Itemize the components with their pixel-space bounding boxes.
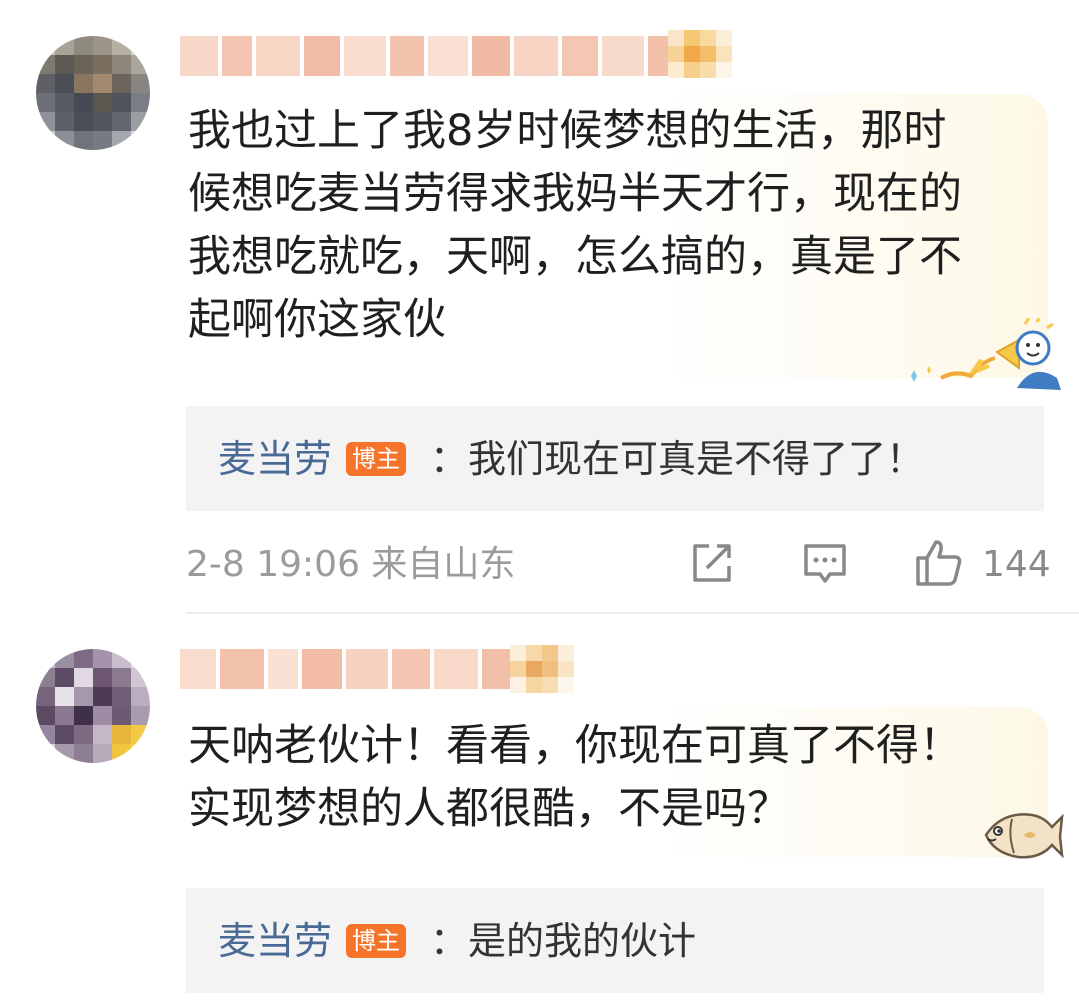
user-badge-icon: [510, 645, 574, 693]
comment-line: 我想吃就吃，天啊，怎么搞的，真是了不: [188, 232, 962, 282]
reply-text: ：我们现在可真是不得了了！: [430, 437, 925, 481]
megaphone-character-icon: [911, 318, 1061, 390]
comment-text: 天呐老伙计！看看，你现在可真了不得！ 实现梦想的人都很酷，不是吗？: [188, 715, 962, 841]
author-reply[interactable]: 麦当劳 博主 ：是的我的伙计: [186, 888, 1044, 993]
avatar[interactable]: [36, 36, 150, 150]
thumbs-up-icon[interactable]: [914, 538, 964, 588]
author-badge: 博主: [346, 442, 406, 476]
divider: [186, 612, 1079, 614]
author-reply[interactable]: 麦当劳 博主 ：我们现在可真是不得了了！: [186, 406, 1044, 511]
reply-text: ：是的我的伙计: [430, 919, 697, 963]
username-blurred[interactable]: [180, 32, 688, 80]
fish-icon: [984, 813, 1064, 859]
user-badge-icon: [668, 30, 732, 78]
comment-item: 天呐老伙计！看看，你现在可真了不得！ 实现梦想的人都很酷，不是吗？ 麦当劳 博主…: [0, 615, 1079, 1001]
comment-line: 候想吃麦当劳得求我妈半天才行，现在的: [188, 169, 962, 219]
comment-item: 我也过上了我8岁时候梦想的生活，那时 候想吃麦当劳得求我妈半天才行，现在的 我想…: [0, 0, 1079, 615]
comment-text: 我也过上了我8岁时候梦想的生活，那时 候想吃麦当劳得求我妈半天才行，现在的 我想…: [188, 100, 962, 352]
share-icon[interactable]: [689, 540, 735, 586]
comment-line: 起啊你这家伙: [188, 295, 446, 345]
comment-line: 我也过上了我8岁时候梦想的生活，那时: [188, 106, 947, 156]
comment-line: 天呐老伙计！看看，你现在可真了不得！: [188, 721, 962, 771]
author-badge: 博主: [346, 924, 406, 958]
avatar[interactable]: [36, 649, 150, 763]
comment-icon[interactable]: [802, 540, 848, 586]
comment-line: 实现梦想的人都很酷，不是吗？: [188, 784, 790, 834]
like-count: 144: [982, 544, 1051, 585]
reply-author-link[interactable]: 麦当劳: [218, 918, 332, 964]
comment-meta: 2-8 19:06 来自山东: [186, 544, 516, 585]
username-blurred[interactable]: [180, 645, 522, 693]
reply-author-link[interactable]: 麦当劳: [218, 436, 332, 482]
